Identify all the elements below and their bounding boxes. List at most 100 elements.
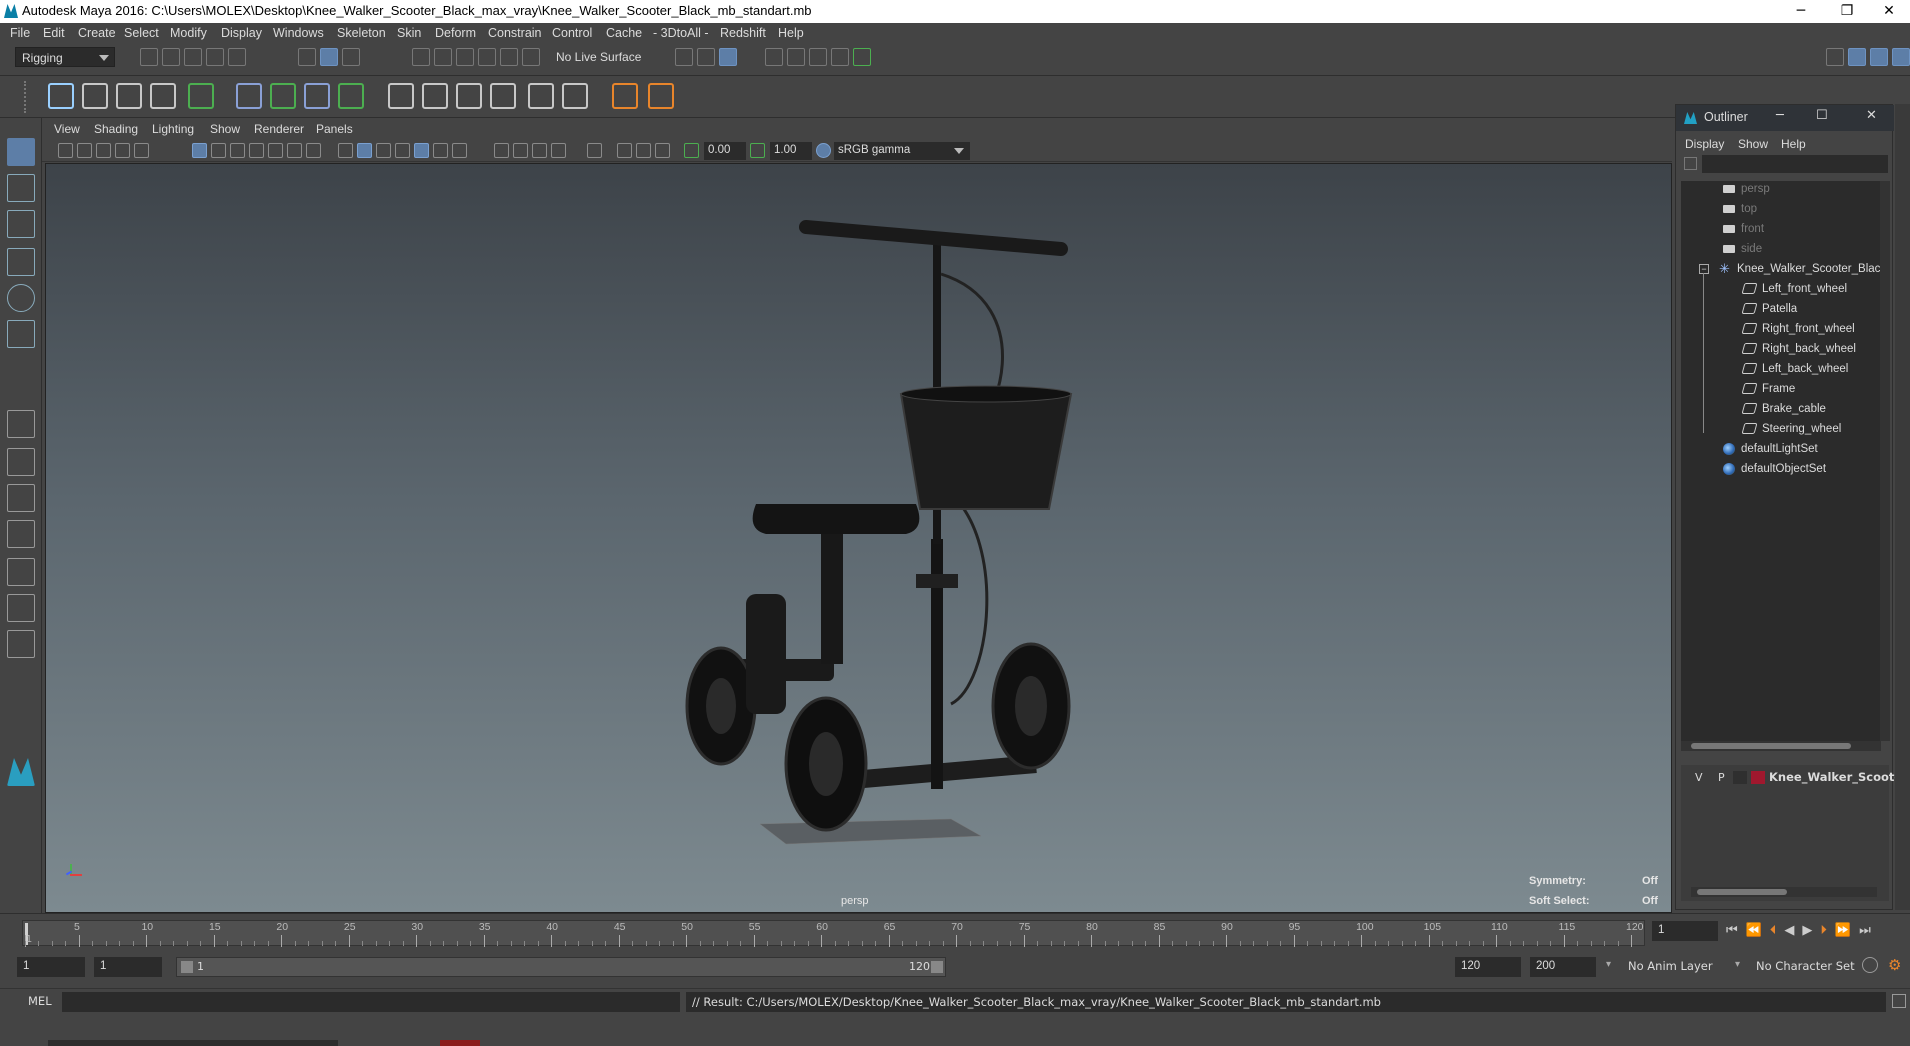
panel-menu-view[interactable]: View	[54, 122, 80, 136]
xray-joints-icon[interactable]	[617, 143, 632, 158]
menu-file[interactable]: File	[10, 26, 30, 40]
go-to-end-icon[interactable]: ⏭	[1859, 923, 1879, 938]
shelf-handle-icon[interactable]	[24, 81, 32, 113]
go-to-start-icon[interactable]: ⏮	[1726, 923, 1746, 938]
select-component-icon[interactable]	[342, 48, 360, 66]
snap-curve-icon[interactable]	[434, 48, 452, 66]
chevron-down-icon[interactable]: ▾	[1735, 959, 1740, 970]
undo-icon[interactable]	[206, 48, 224, 66]
xray-active-icon[interactable]	[636, 143, 651, 158]
menu-modify[interactable]: Modify	[170, 26, 207, 40]
channel-box-toggle-icon[interactable]	[1848, 48, 1866, 66]
tree-item-child[interactable]: Brake_cable	[1741, 403, 1826, 423]
hypershade-layout-icon[interactable]	[7, 594, 35, 622]
single-perspective-layout-icon[interactable]	[7, 410, 35, 438]
filter-icon[interactable]	[1684, 157, 1697, 170]
tool-settings-toggle-icon[interactable]	[1892, 48, 1910, 66]
tree-item-child[interactable]: Right_front_wheel	[1741, 323, 1855, 343]
script-editor-icon[interactable]	[1892, 994, 1906, 1008]
menu-help[interactable]: Help	[778, 26, 804, 40]
tree-item-child[interactable]: Left_back_wheel	[1741, 363, 1848, 383]
menu-windows[interactable]: Windows	[273, 26, 324, 40]
ipr-render-icon[interactable]	[719, 48, 737, 66]
range-start-handle[interactable]	[181, 961, 193, 973]
exposure-icon[interactable]	[684, 143, 699, 158]
tree-item-root-group[interactable]: − ✳ Knee_Walker_Scooter_Black	[1699, 262, 1881, 283]
close-button[interactable]: ✕	[1866, 0, 1910, 23]
redo-icon[interactable]	[228, 48, 246, 66]
snap-grid-icon[interactable]	[412, 48, 430, 66]
use-all-lights-icon[interactable]	[414, 143, 429, 158]
time-slider-track[interactable]: 1 5 10 15 20 25 30 35 40 45 50 55 60 65 70 75 80 85 90 95 10…	[22, 920, 1645, 947]
two-panes-layout-icon[interactable]	[7, 484, 35, 512]
menu-constrain[interactable]: Constrain	[488, 26, 542, 40]
anim-layer-dropdown[interactable]: No Anim Layer	[1628, 959, 1713, 973]
layer-color-swatch[interactable]	[1751, 771, 1765, 784]
snap-surface-icon[interactable]	[500, 48, 518, 66]
2d-pan-zoom-icon[interactable]	[134, 143, 149, 158]
tree-item-top[interactable]: top	[1723, 203, 1757, 223]
tree-item-side[interactable]: side	[1723, 243, 1762, 263]
orient-constraint-icon[interactable]	[456, 83, 482, 109]
graph-persp-layout-icon[interactable]	[7, 558, 35, 586]
tree-item-child[interactable]: Steering_wheel	[1741, 423, 1841, 443]
image-plane-icon[interactable]	[115, 143, 130, 158]
resolution-gate-icon[interactable]	[230, 143, 245, 158]
auto-key-icon[interactable]	[1862, 957, 1878, 973]
exposure-field[interactable]: 0.00	[704, 142, 746, 160]
scooter-model[interactable]	[46, 164, 1672, 913]
panel-menu-renderer[interactable]: Renderer	[254, 122, 304, 136]
layer-type-toggle[interactable]	[1733, 771, 1747, 784]
make-live-icon[interactable]	[522, 48, 540, 66]
menu-create[interactable]: Create	[78, 26, 116, 40]
pole-vector-icon[interactable]	[562, 83, 588, 109]
depth-of-field-icon[interactable]	[532, 143, 547, 158]
film-gate-icon[interactable]	[211, 143, 226, 158]
custom-layout-icon[interactable]	[7, 630, 35, 658]
modeling-toolkit-icon[interactable]	[1826, 48, 1844, 66]
move-tool-icon[interactable]	[7, 248, 35, 276]
shadows-icon[interactable]	[433, 143, 448, 158]
tree-item-child[interactable]: Left_front_wheel	[1741, 283, 1847, 303]
ik-handle-icon[interactable]	[82, 83, 108, 109]
gamma-field[interactable]: 1.00	[770, 142, 812, 160]
layer-playback-toggle[interactable]: P	[1718, 771, 1725, 784]
outliner-menu-show[interactable]: Show	[1738, 137, 1768, 151]
play-forward-icon[interactable]: ▶	[1802, 923, 1820, 938]
step-forward-key-icon[interactable]: ⏵	[1820, 923, 1835, 938]
select-object-icon[interactable]	[320, 48, 338, 66]
animation-end-field[interactable]: 200	[1530, 957, 1596, 977]
blend-shape-icon[interactable]	[338, 83, 364, 109]
preferences-icon[interactable]: ⚙	[1888, 956, 1901, 974]
close-icon[interactable]: ✕	[1866, 108, 1877, 123]
backface-culling-icon[interactable]	[655, 143, 670, 158]
snap-point-icon[interactable]	[456, 48, 474, 66]
attribute-editor-dock-tab[interactable]	[1895, 104, 1910, 910]
snap-view-icon[interactable]	[478, 48, 496, 66]
smooth-shade-icon[interactable]	[357, 143, 372, 158]
cluster-icon[interactable]	[270, 83, 296, 109]
wrap-deformer-icon[interactable]	[304, 83, 330, 109]
gamma-icon[interactable]	[750, 143, 765, 158]
collapse-icon[interactable]: −	[1699, 264, 1709, 274]
point-constraint-icon[interactable]	[388, 83, 414, 109]
restore-button[interactable]: ❐	[1824, 0, 1870, 23]
select-hierarchy-icon[interactable]	[298, 48, 316, 66]
ambient-occlusion-icon[interactable]	[452, 143, 467, 158]
menu-edit[interactable]: Edit	[43, 26, 65, 40]
menu-control[interactable]: Control	[552, 26, 592, 40]
render-setup-icon[interactable]	[831, 48, 849, 66]
layer-scrollbar[interactable]	[1691, 887, 1877, 897]
tree-item-child[interactable]: Right_back_wheel	[1741, 343, 1856, 363]
perspective-viewport[interactable]: persp Symmetry: Off Soft Select: Off	[45, 163, 1672, 913]
grid-toggle-icon[interactable]	[192, 143, 207, 158]
outliner-vertical-scrollbar[interactable]	[1880, 181, 1890, 741]
tree-item-set[interactable]: defaultObjectSet	[1723, 463, 1826, 483]
rotate-tool-icon[interactable]	[7, 284, 35, 312]
menu-deform[interactable]: Deform	[435, 26, 476, 40]
select-camera-icon[interactable]	[58, 143, 73, 158]
camera-attributes-icon[interactable]	[77, 143, 92, 158]
locator-icon[interactable]	[612, 83, 638, 109]
select-tool-icon[interactable]	[7, 138, 35, 166]
wireframe-icon[interactable]	[338, 143, 353, 158]
